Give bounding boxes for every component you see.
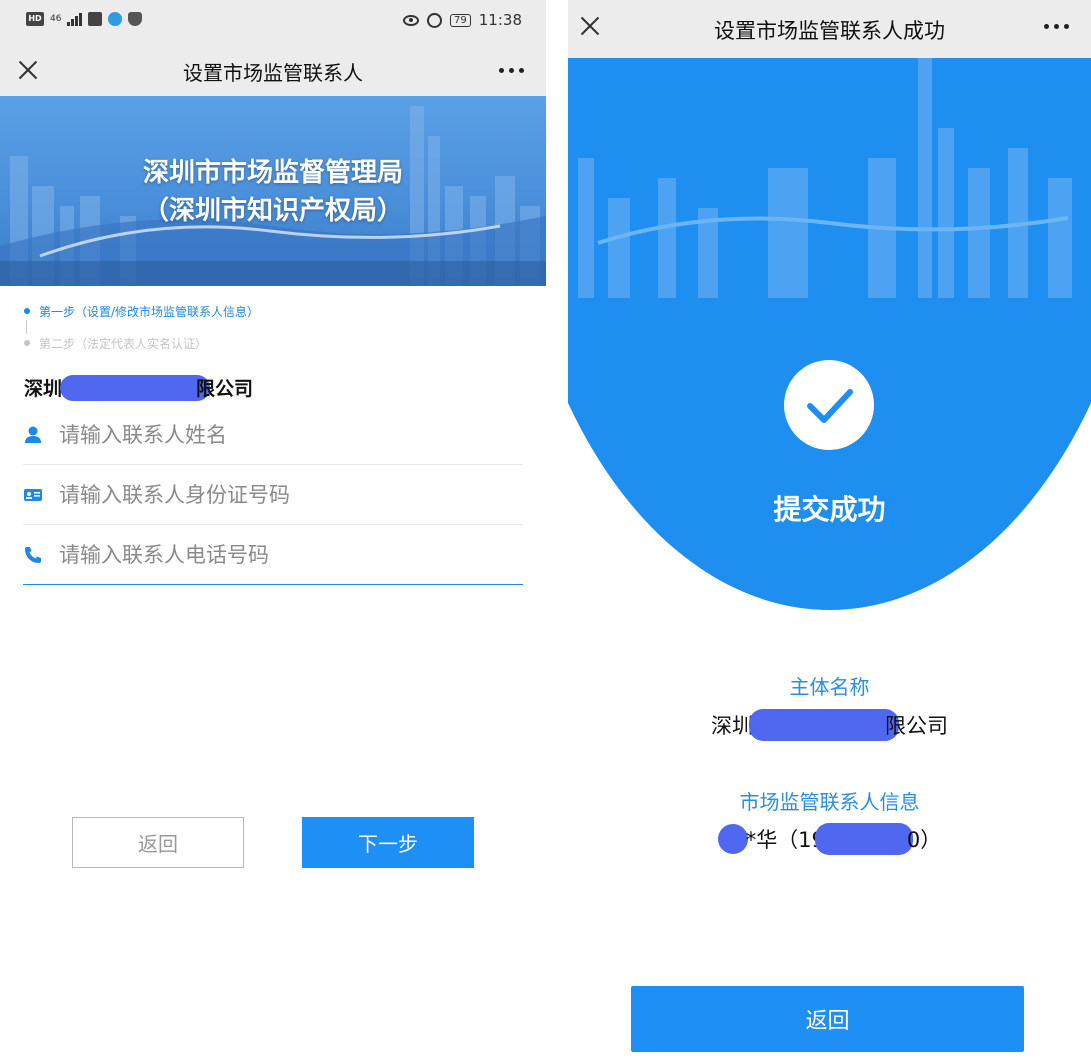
contact-value-end: 0） [906,828,942,852]
contact-value-mid: *华（19 [745,828,825,852]
name-field-row [23,405,523,465]
network-label: 46 [50,14,62,24]
redaction-mark [717,824,748,854]
step-1: 第一步（设置/修改市场监管联系人信息） [24,302,259,320]
redaction-mark [749,709,899,741]
left-screen: HD 46 79 11:38 设置市场监管联系人 深圳市市场监督管理局 （深圳市… [0,0,546,1064]
redaction-mark [814,823,913,855]
id-field-row [23,465,523,525]
hd-icon: HD [26,12,44,26]
return-button[interactable]: 返回 [631,986,1024,1052]
subject-value-prefix: 深圳 [711,714,753,738]
more-icon[interactable] [1044,24,1069,29]
contact-label: 市场监管联系人信息 [739,790,920,814]
subject-label: 主体名称 [789,675,870,699]
step-1-dot [24,308,30,314]
eye-icon [403,14,420,26]
page-title: 设置市场监管联系人 [183,61,363,85]
app-notification-icon [88,12,103,26]
status-time: 11:38 [478,11,522,29]
step-2-label: 第二步（法定代表人实名认证） [39,336,208,351]
more-icon[interactable] [499,68,524,73]
banner-title-line1: 深圳市市场监督管理局 [142,158,403,188]
id-card-icon [23,485,43,505]
browser-notification-icon [108,12,123,26]
subject-value: 深圳 限公司 [568,709,1091,741]
navbar: 设置市场监管联系人 [0,44,546,96]
phone-icon [23,545,43,565]
right-screen: 设置市场监管联系人成功 提交成功 主体名称 深圳 限公司 市场监管联系人信息 *… [568,0,1091,1064]
company-name-suffix: 限公司 [196,378,254,400]
banner-title-line2: （深圳市知识产权局） [142,196,403,226]
alarm-icon [427,12,443,28]
contact-name-input[interactable] [59,422,523,447]
banner-title: 深圳市市场监督管理局 （深圳市知识产权局） [0,154,546,230]
contact-phone-input[interactable] [59,542,523,567]
success-message: 提交成功 [773,493,886,526]
contact-id-input[interactable] [59,482,523,507]
success-badge [784,360,874,450]
back-button[interactable]: 返回 [72,817,244,868]
phone-field-row [23,525,523,585]
user-icon [23,425,43,445]
subject-value-suffix: 限公司 [885,714,948,738]
navbar: 设置市场监管联系人成功 [568,0,1091,58]
next-step-button[interactable]: 下一步 [302,817,474,868]
shield-icon [128,12,143,26]
check-icon [807,389,853,423]
contact-value: *华（19 0） [568,823,1091,855]
page-title: 设置市场监管联系人成功 [714,19,945,43]
step-2-dot [24,340,30,346]
company-name: 深圳 限公司 [24,374,253,401]
signal-icon [67,12,83,26]
redaction-mark [60,374,211,401]
city-skyline-illustration [578,58,1072,298]
step-indicator: 第一步（设置/修改市场监管联系人信息） 第二步（法定代表人实名认证） [24,302,259,352]
battery-icon: 79 [450,13,471,27]
status-bar: HD 46 79 11:38 [0,0,546,44]
company-name-prefix: 深圳 [24,378,63,400]
step-2: 第二步（法定代表人实名认证） [24,334,259,352]
banner-image: 深圳市市场监督管理局 （深圳市知识产权局） [0,96,546,286]
step-connector [26,320,27,334]
step-1-label: 第一步（设置/修改市场监管联系人信息） [39,304,260,319]
